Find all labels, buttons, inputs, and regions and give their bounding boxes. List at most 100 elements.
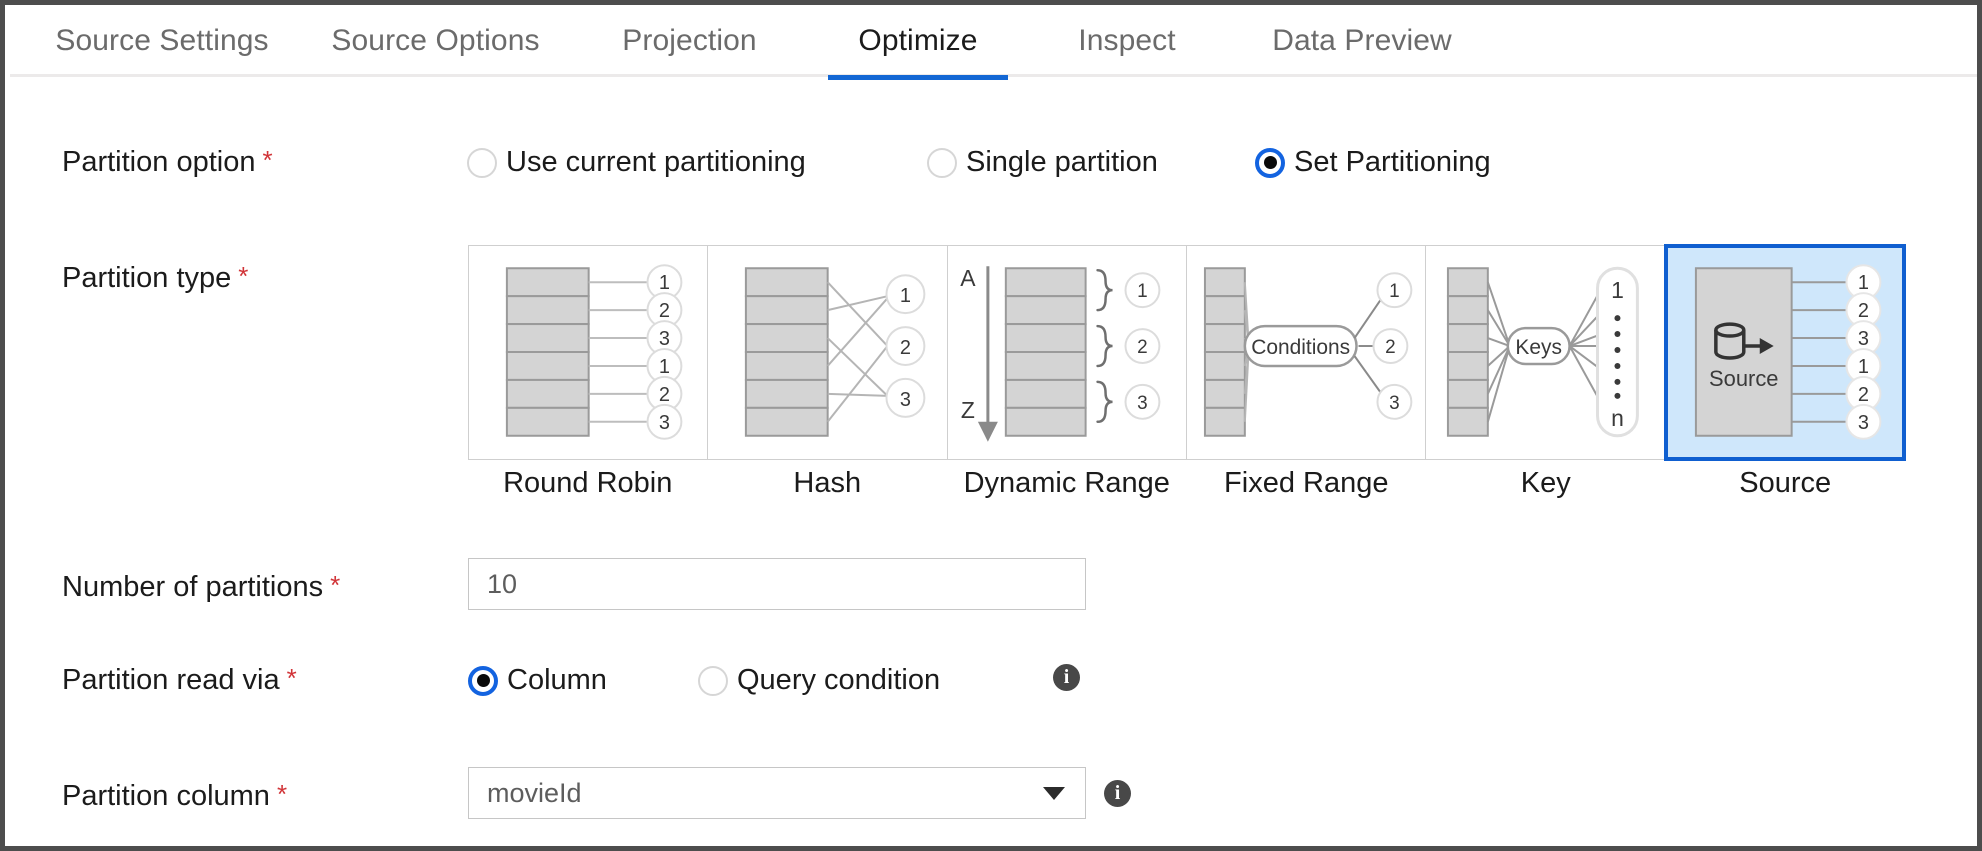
svg-text:3: 3 xyxy=(659,412,670,434)
svg-text:2: 2 xyxy=(1137,337,1148,358)
partition-type-option-fixed-range[interactable]: Conditions 1 2 3 xyxy=(1186,246,1427,459)
radio-label: Single partition xyxy=(966,146,1158,178)
svg-text:1: 1 xyxy=(659,356,670,378)
keys-node-label: Keys xyxy=(1516,336,1563,359)
label-text: Partition read via xyxy=(62,664,280,696)
partition-type-option-dynamic-range[interactable]: A Z 1 2 3 xyxy=(947,246,1187,459)
tab-label: Source Settings xyxy=(55,24,269,57)
partition-type-option-hash[interactable]: 1 2 3 xyxy=(708,246,948,459)
radio-label: Column xyxy=(507,664,607,696)
partition-type-option-round-robin[interactable]: 1 2 3 1 2 3 xyxy=(469,246,709,459)
partition-type-caption-hash: Hash xyxy=(793,467,862,499)
dynamic-range-diagram-icon: A Z 1 2 3 xyxy=(960,265,1161,442)
tab-projection[interactable]: Projection xyxy=(598,5,781,77)
svg-text:3: 3 xyxy=(1858,328,1869,350)
tab-label: Projection xyxy=(622,24,757,57)
required-asterisk: * xyxy=(262,145,273,175)
source-diagram-icon: Source 1 2 3 1 2 3 xyxy=(1694,264,1882,440)
partition-type-option-key[interactable]: Keys 1 n xyxy=(1426,246,1666,459)
radio-label: Use current partitioning xyxy=(506,146,806,178)
svg-text:3: 3 xyxy=(1389,393,1400,414)
required-asterisk: * xyxy=(330,570,341,600)
panel-inner: Source Settings Source Options Projectio… xyxy=(10,5,1977,846)
svg-text:2: 2 xyxy=(1385,337,1396,358)
svg-text:2: 2 xyxy=(659,300,670,322)
tab-optimize[interactable]: Optimize xyxy=(828,5,1008,80)
optimize-settings-panel: Source Settings Source Options Projectio… xyxy=(0,0,1982,851)
radio-set-partitioning[interactable]: Set Partitioning xyxy=(1255,146,1491,179)
label-text: Partition option xyxy=(62,146,256,178)
partition-type-caption-fixed-range: Fixed Range xyxy=(1224,467,1389,499)
svg-text:1: 1 xyxy=(900,285,911,307)
svg-text:1: 1 xyxy=(659,272,670,294)
partition-type-selector: 1 2 3 1 2 3 1 2 3 A Z 1 2 3 Conditions 1 2 3… xyxy=(468,244,1906,461)
select-value: movieId xyxy=(487,777,582,808)
tab-data-preview[interactable]: Data Preview xyxy=(1242,5,1482,77)
label-text: Partition column xyxy=(62,780,270,812)
number-of-partitions-input[interactable]: 10 xyxy=(468,558,1086,610)
required-asterisk: * xyxy=(238,261,249,291)
partition-type-option-source[interactable]: Source 1 2 3 1 2 3 xyxy=(1663,244,1906,461)
partition-type-label-row: Round Robin Hash Dynamic Range Fixed Ran… xyxy=(468,467,1905,507)
radio-column[interactable]: Column xyxy=(468,664,607,697)
radio-circle-icon xyxy=(467,147,497,178)
svg-text:3: 3 xyxy=(1858,412,1869,434)
hash-diagram-icon: 1 2 3 xyxy=(745,267,926,437)
label-text: Partition type xyxy=(62,262,232,294)
partition-type-caption-dynamic-range: Dynamic Range xyxy=(963,467,1170,499)
info-icon[interactable]: i xyxy=(1104,780,1131,807)
svg-text:1: 1 xyxy=(1137,281,1148,302)
radio-circle-icon xyxy=(927,147,957,178)
partition-column-label: Partition column * xyxy=(62,779,287,813)
chevron-down-icon xyxy=(1043,786,1065,800)
range-end-label: Z xyxy=(961,397,975,423)
source-node-label: Source xyxy=(1709,366,1778,391)
capsule-top-label: 1 xyxy=(1611,277,1624,303)
radio-single-partition[interactable]: Single partition xyxy=(927,146,1158,179)
radio-use-current-partitioning[interactable]: Use current partitioning xyxy=(467,146,806,179)
key-diagram-icon: Keys 1 n xyxy=(1447,266,1640,438)
capsule-bottom-label: n xyxy=(1611,405,1624,431)
radio-label: Query condition xyxy=(737,664,941,696)
tab-label: Inspect xyxy=(1078,24,1176,57)
info-icon[interactable]: i xyxy=(1053,664,1080,691)
required-asterisk: * xyxy=(286,663,297,693)
svg-text:2: 2 xyxy=(900,337,911,359)
radio-label: Set Partitioning xyxy=(1294,146,1491,178)
svg-text:3: 3 xyxy=(900,389,911,411)
svg-text:1: 1 xyxy=(1858,272,1869,294)
partition-column-select[interactable]: movieId xyxy=(468,767,1086,819)
conditions-node-label: Conditions xyxy=(1251,336,1350,359)
partition-read-via-label: Partition read via * xyxy=(62,663,297,697)
partition-type-caption-key: Key xyxy=(1520,467,1571,499)
round-robin-diagram-icon: 1 2 3 1 2 3 xyxy=(505,264,683,440)
fixed-range-diagram-icon: Conditions 1 2 3 xyxy=(1203,267,1413,437)
svg-text:1: 1 xyxy=(1389,281,1400,302)
svg-text:2: 2 xyxy=(1858,384,1869,406)
svg-text:2: 2 xyxy=(1858,300,1869,322)
number-of-partitions-label: Number of partitions * xyxy=(62,570,340,604)
partition-type-caption-source: Source xyxy=(1739,467,1832,499)
radio-circle-selected-icon xyxy=(468,665,498,696)
tab-source-settings[interactable]: Source Settings xyxy=(48,5,276,77)
svg-text:3: 3 xyxy=(1137,393,1148,414)
tab-source-options[interactable]: Source Options xyxy=(323,5,548,77)
tab-inspect[interactable]: Inspect xyxy=(1052,5,1202,77)
partition-type-label: Partition type * xyxy=(62,261,248,295)
tab-bar: Source Settings Source Options Projectio… xyxy=(10,5,1977,80)
radio-query-condition[interactable]: Query condition xyxy=(698,664,940,697)
required-asterisk: * xyxy=(276,779,288,809)
tab-label: Optimize xyxy=(858,24,978,57)
partition-option-label: Partition option * xyxy=(62,145,273,179)
svg-text:1: 1 xyxy=(1858,356,1869,378)
tab-label: Data Preview xyxy=(1272,24,1452,57)
svg-text:3: 3 xyxy=(659,328,670,350)
radio-circle-icon xyxy=(698,665,728,696)
svg-text:2: 2 xyxy=(659,384,670,406)
tab-label: Source Options xyxy=(331,24,540,57)
radio-circle-selected-icon xyxy=(1255,147,1285,178)
range-start-label: A xyxy=(960,265,976,291)
input-value: 10 xyxy=(487,568,518,599)
label-text: Number of partitions xyxy=(62,571,324,603)
partition-type-caption-round-robin: Round Robin xyxy=(503,467,673,499)
